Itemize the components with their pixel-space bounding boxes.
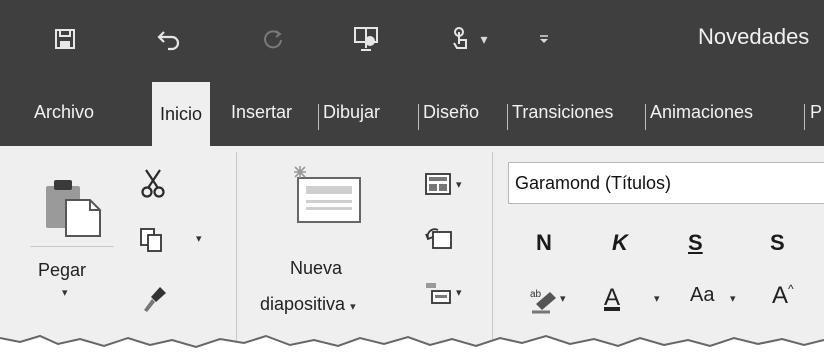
highlighter-dropdown-arrow[interactable]: ▾ [560,292,566,305]
new-slide-label-line1[interactable]: Nueva [290,258,342,279]
touch-dropdown-arrow-icon[interactable]: ▾ [474,22,494,56]
bold-button[interactable]: N [536,230,552,256]
underline-button[interactable]: S [688,230,703,256]
paste-dropdown-arrow[interactable]: ▾ [62,286,68,299]
tab-separator [418,104,419,130]
title-bar: ▾ Novedades [0,0,824,82]
format-painter-icon[interactable] [140,284,168,319]
tab-separator [507,104,508,130]
paste-label[interactable]: Pegar [38,260,86,281]
grow-font-button[interactable]: A^ [772,282,794,310]
font-family-select[interactable]: Garamond (Títulos) [508,162,824,204]
paste-icon[interactable] [40,176,104,243]
font-family-value: Garamond (Títulos) [515,173,672,193]
customize-qat-icon[interactable] [532,22,556,56]
text-shadow-button[interactable]: S [770,230,785,256]
font-color-dropdown-arrow[interactable]: ▾ [654,292,660,305]
italic-button[interactable]: K [612,230,628,256]
section-icon[interactable] [424,280,452,311]
document-title: Novedades [698,24,810,49]
tab-separator [318,104,319,130]
ribbon-tabs: Archivo Inicio Insertar Dibujar Diseño T… [0,82,824,146]
layout-dropdown-arrow[interactable]: ▾ [456,178,462,191]
group-separator [236,152,237,342]
undo-icon[interactable] [152,22,186,56]
tab-separator [645,104,646,130]
paste-split-divider [30,246,114,247]
save-icon[interactable] [48,22,82,56]
group-separator [492,152,493,342]
change-case-dropdown-arrow[interactable]: ▾ [730,292,736,305]
font-color-button[interactable]: A [604,284,620,312]
reset-icon[interactable] [424,226,454,257]
copy-icon[interactable] [138,226,166,259]
scissors-icon[interactable] [140,168,166,203]
tab-separator [804,104,805,130]
tab-partial[interactable]: P [810,102,822,123]
tab-animaciones[interactable]: Animaciones [650,102,753,123]
touch-mode-icon[interactable] [444,22,478,56]
change-case-button[interactable]: Aa [690,284,714,307]
tab-transiciones[interactable]: Transiciones [512,102,613,123]
section-dropdown-arrow[interactable]: ▾ [456,286,462,299]
copy-dropdown-arrow[interactable]: ▾ [196,232,202,245]
presenter-icon[interactable] [350,22,384,56]
svg-text:ab: ab [530,289,542,300]
tab-dibujar[interactable]: Dibujar [323,102,380,123]
layout-icon[interactable] [424,172,452,201]
torn-edge-decoration [0,334,824,361]
tab-archivo[interactable]: Archivo [34,102,94,123]
redo-icon [256,22,290,56]
tab-insertar[interactable]: Insertar [231,102,292,123]
tab-inicio[interactable]: Inicio [152,82,211,146]
highlighter-icon[interactable]: ab [528,286,558,319]
powerpoint-window: ▾ Novedades Archivo Inicio Insertar Dibu… [0,0,824,361]
new-slide-label-line2[interactable]: diapositiva ▾ [260,294,356,315]
new-slide-icon[interactable] [288,164,368,231]
tab-diseno[interactable]: Diseño [423,102,479,123]
